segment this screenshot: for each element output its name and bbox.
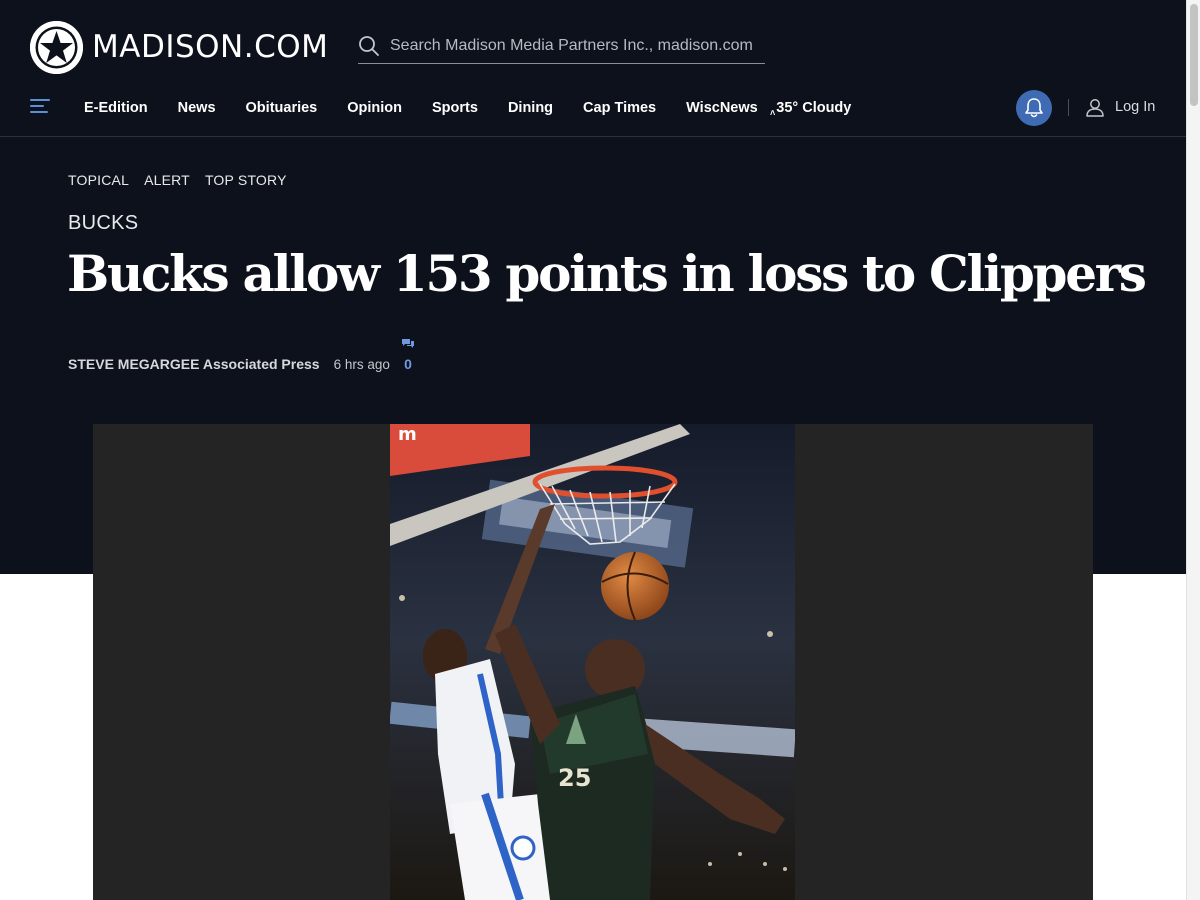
comments-link[interactable]: 0 [400,336,416,372]
scrollbar-thumb[interactable] [1190,4,1198,106]
search-bar[interactable] [358,29,765,64]
tag-alert[interactable]: ALERT [144,172,190,188]
backboard-text: m [398,424,417,445]
search-icon[interactable] [358,35,380,57]
search-input[interactable] [390,37,765,55]
nav-item-sports[interactable]: Sports [432,100,478,116]
jersey-number: 25 [558,764,591,792]
article-tags: TOPICAL ALERT TOP STORY [68,172,302,188]
nav-item-cap-times[interactable]: Cap Times [583,100,656,116]
nav-item-e-edition[interactable]: E-Edition [84,100,148,116]
star-logo-icon [30,20,83,74]
article-headline: Bucks allow 153 points in loss to Clippe… [67,244,1147,303]
comment-icon [402,339,414,348]
site-logo[interactable]: MADISON.COM [30,20,328,74]
author-name[interactable]: STEVE MEGARGEE Associated Press [68,356,320,372]
lead-photo-frame: m 25 [93,424,1093,900]
login-label: Log In [1115,99,1156,115]
notifications-button[interactable] [1016,90,1052,126]
nav-bar: E-Edition News Obituaries Opinion Sports… [0,90,1186,137]
weather-cloud-icon: ˄ [770,108,776,118]
top-bar: MADISON.COM [0,0,1186,90]
nav-item-news[interactable]: News [178,100,216,116]
login-button[interactable]: Log In [1085,97,1155,117]
nav-item-opinion[interactable]: Opinion [347,100,402,116]
nav-item-dining[interactable]: Dining [508,100,553,116]
section-label[interactable]: BUCKS [68,212,138,235]
logo-text: MADISON.COM [92,29,329,65]
nav-divider [1068,99,1069,116]
timestamp: 6 hrs ago [333,356,390,372]
tag-topical[interactable]: TOPICAL [68,172,129,188]
user-icon [1086,99,1104,117]
weather-widget[interactable]: ˄35° Cloudy [770,100,852,118]
tag-top-story[interactable]: TOP STORY [205,172,287,188]
bell-icon [1025,98,1043,118]
nav-item-wiscnews[interactable]: WiscNews [686,100,758,116]
lead-photo[interactable]: m 25 [390,424,795,900]
nav-item-obituaries[interactable]: Obituaries [246,100,318,116]
page: MADISON.COM E-Edition News Obituaries Op… [0,0,1200,900]
scrollbar[interactable] [1186,0,1200,900]
comment-count: 0 [404,356,412,372]
weather-label: 35° Cloudy [776,100,852,116]
menu-icon[interactable] [30,99,50,115]
byline: STEVE MEGARGEE Associated Press 6 hrs ag… [68,356,390,372]
nav-items: E-Edition News Obituaries Opinion Sports… [84,90,788,126]
